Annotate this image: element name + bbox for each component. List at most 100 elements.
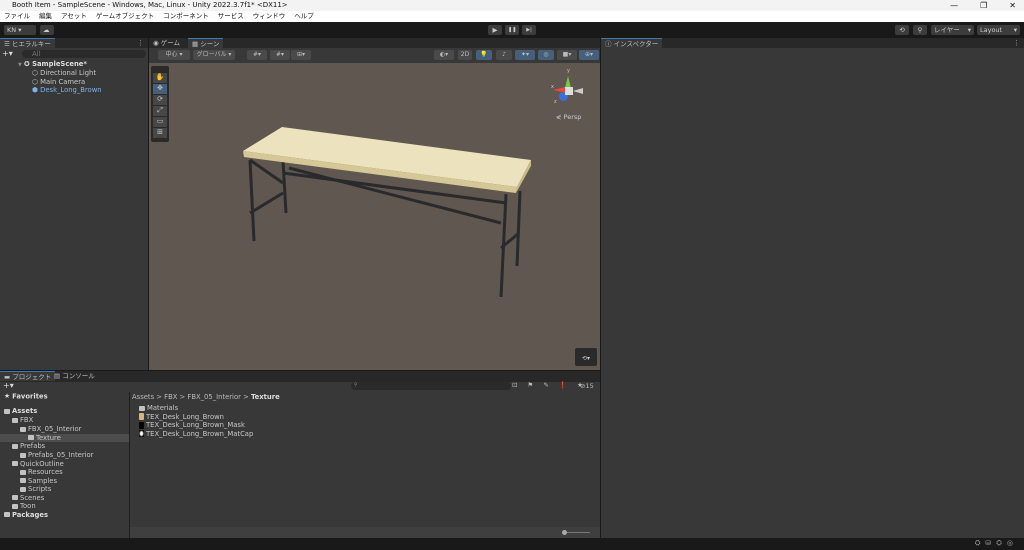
folder-label: FBX_05_Interior (28, 425, 82, 433)
folder-tree-item[interactable]: Toon (0, 502, 129, 511)
camera-dropdown[interactable]: ■▾ (557, 50, 577, 60)
asset-label: TEX_Desk_Long_Brown (146, 412, 224, 421)
folder-tree-item[interactable]: Texture (0, 433, 129, 442)
search-icon[interactable]: ⚲ (913, 25, 927, 35)
folder-tree-item[interactable]: Prefabs_05_Interior (0, 451, 129, 460)
pivot-dropdown[interactable]: 中心 ▾ (158, 50, 190, 60)
folder-tree-item[interactable]: Prefabs (0, 442, 129, 451)
folder-label: Prefabs (20, 442, 46, 450)
hidden-objects-toggle[interactable]: ◎ (538, 50, 554, 60)
asset-item[interactable]: TEX_Desk_Long_Brown_Mask (139, 421, 245, 430)
draw-mode-button[interactable]: ◐▾ (434, 50, 454, 60)
status-icons[interactable]: ⛭⛁⛭◎ (975, 539, 1018, 548)
more-options-icon[interactable]: ⋮ (1013, 39, 1020, 47)
menu-window[interactable]: ウィンドウ (253, 11, 286, 22)
folder-tree-item[interactable]: FBX_05_Interior (0, 425, 129, 434)
lighting-toggle[interactable]: 💡 (476, 50, 492, 60)
snap-increment-button[interactable]: #▾ (270, 50, 290, 60)
minimize-button[interactable]: — (950, 0, 958, 11)
project-search-input[interactable]: ⚲ (351, 382, 511, 390)
breadcrumb-item[interactable]: Assets (132, 393, 154, 401)
menu-component[interactable]: コンポーネント (163, 11, 209, 22)
layers-dropdown[interactable]: レイヤー ▾ (931, 25, 974, 35)
hidden-packages-count[interactable]: ⊘15 (580, 382, 594, 390)
prefab-icon: ⬢ (32, 86, 38, 94)
scene-panel: ◉ ゲーム ▦ シーン 中心 ▾ グローバル ▾ #▾ #▾ ⊞▾ ◐▾ 2D … (149, 38, 600, 370)
2d-toggle[interactable]: 2D (458, 50, 472, 60)
menu-file[interactable]: ファイル (4, 11, 30, 22)
folder-tree-item[interactable]: ★ Favorites (0, 392, 129, 401)
folder-tree-item[interactable]: Scripts (0, 485, 129, 494)
scene-toolbar: 中心 ▾ グローバル ▾ #▾ #▾ ⊞▾ ◐▾ 2D 💡 ♪ ✦▾ ◎ ■▾ … (149, 48, 600, 63)
inspector-panel: ⓘ インスペクター ⋮ (601, 38, 1024, 538)
breadcrumb-item[interactable]: FBX_05_Interior (187, 393, 240, 401)
pause-button[interactable]: ❚❚ (505, 25, 519, 35)
layout-dropdown[interactable]: Layout ▾ (977, 25, 1020, 35)
folder-tree-item[interactable]: Samples (0, 477, 129, 486)
tab-console[interactable]: ▤ コンソール (50, 371, 99, 381)
history-icon[interactable]: ⟲ (895, 25, 909, 35)
hierarchy-item[interactable]: ⬡ Directional Light (32, 69, 96, 78)
tab-game[interactable]: ◉ ゲーム (149, 38, 184, 48)
effects-dropdown[interactable]: ✦▾ (515, 50, 535, 60)
icon-size-slider[interactable] (566, 532, 590, 533)
gizmos-dropdown[interactable]: ⊕▾ (579, 50, 599, 60)
menu-assets[interactable]: アセット (61, 11, 87, 22)
lock-icon[interactable]: ⋮ (137, 39, 144, 47)
folder-icon (20, 426, 26, 432)
asset-label: TEX_Desk_Long_Brown_MatCap (146, 429, 254, 438)
account-button[interactable]: KN ▾ (4, 25, 36, 35)
folder-tree-item[interactable]: Resources (0, 468, 129, 477)
hierarchy-item[interactable]: ⬢ Desk_Long_Brown (32, 86, 102, 95)
folder-tree-item[interactable]: QuickOutline (0, 460, 129, 469)
menu-services[interactable]: サービス (218, 11, 244, 22)
hierarchy-panel: ☰ ヒエラルキー ⋮ +▾ All ▼ ✪ SampleScene* ⬡ Dire… (0, 38, 148, 370)
grid-snap-button[interactable]: #▾ (247, 50, 267, 60)
close-button[interactable]: ✕ (1009, 0, 1016, 11)
audio-toggle[interactable]: ♪ (496, 50, 512, 60)
asset-item[interactable]: TEX_Desk_Long_Brown (139, 413, 224, 422)
add-asset-button[interactable]: +▾ (3, 381, 14, 390)
folder-tree-item[interactable]: Scenes (0, 494, 129, 503)
folder-tree-item[interactable]: Packages (0, 511, 129, 520)
tab-scene[interactable]: ▦ シーン (188, 38, 224, 48)
folder-icon (20, 469, 26, 475)
project-panel: ▬ プロジェクト ▤ コンソール +▾ ⚲ ⊡ ⚑ ✎ ❗ ★ ⊘15 ★ Fav… (0, 371, 600, 538)
cloud-button[interactable]: ☁ (40, 25, 54, 35)
hidden-count: 15 (585, 382, 594, 390)
desk-model[interactable] (149, 63, 600, 370)
menu-gameobject[interactable]: ゲームオブジェクト (96, 11, 154, 22)
tab-inspector[interactable]: ⓘ インスペクター (601, 38, 663, 48)
folder-label: Samples (28, 476, 58, 485)
folder-icon (20, 452, 26, 458)
scene-root[interactable]: ▼ ✪ SampleScene* (18, 60, 87, 69)
menu-edit[interactable]: 編集 (39, 11, 52, 22)
folder-tree-item[interactable]: Assets (0, 407, 129, 416)
play-button[interactable]: ▶ (488, 25, 502, 35)
folder-tree-item[interactable]: FBX (0, 416, 129, 425)
hierarchy-search-input[interactable]: All (22, 50, 146, 58)
asset-item[interactable]: TEX_Desk_Long_Brown_MatCap (139, 430, 253, 439)
maximize-button[interactable]: ❐ (980, 0, 987, 11)
tab-label: ゲーム (160, 39, 181, 47)
filter-buttons[interactable]: ⊡ ⚑ ✎ ❗ ★ (512, 381, 587, 389)
ruler-button[interactable]: ⊞▾ (291, 50, 311, 60)
projection-toggle[interactable]: ⋞ Persp (556, 113, 581, 121)
overlay-menu-button[interactable]: ⟲▾ (575, 348, 597, 366)
folder-icon (28, 435, 34, 440)
menu-help[interactable]: ヘルプ (294, 11, 314, 22)
folder-icon (4, 408, 10, 414)
asset-item[interactable]: Materials (139, 404, 178, 413)
step-button[interactable]: ▶| (522, 25, 536, 35)
hierarchy-item[interactable]: ⬡ Main Camera (32, 78, 85, 87)
breadcrumb-item[interactable]: FBX (164, 393, 177, 401)
space-dropdown[interactable]: グローバル ▾ (193, 50, 235, 60)
slider-handle[interactable] (562, 530, 567, 535)
folder-icon (12, 443, 18, 449)
tab-project[interactable]: ▬ プロジェクト (0, 371, 56, 381)
persp-label: Persp (563, 113, 582, 121)
texture-icon (139, 430, 144, 437)
tab-hierarchy[interactable]: ☰ ヒエラルキー (0, 38, 55, 48)
add-button[interactable]: +▾ (2, 49, 13, 58)
orientation-gizmo[interactable]: y x z (549, 68, 589, 110)
